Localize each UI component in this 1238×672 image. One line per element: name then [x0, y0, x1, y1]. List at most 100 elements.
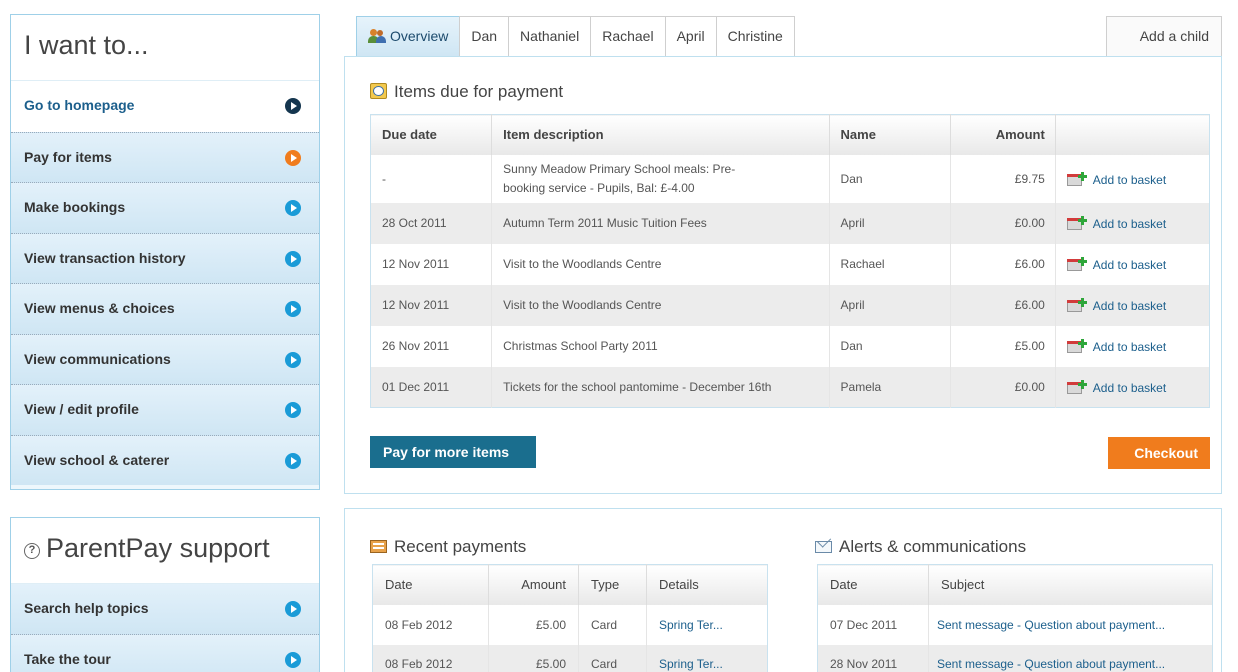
- cell-details: Spring Ter...: [646, 644, 768, 672]
- cell-name: April: [829, 202, 951, 244]
- basket-add-icon: [1066, 379, 1087, 395]
- basket-add-icon: [1066, 171, 1087, 187]
- child-tabs: Overview Dan Nathaniel Rachael April Chr…: [356, 16, 795, 56]
- cell-name: Rachael: [829, 243, 951, 285]
- cell-action: Add to basket: [1055, 243, 1210, 285]
- menu-view-edit-profile[interactable]: View / edit profile: [11, 384, 319, 435]
- cell-action: Add to basket: [1055, 154, 1210, 203]
- tab-christine[interactable]: Christine: [715, 16, 795, 56]
- add-to-basket-link[interactable]: Add to basket: [1066, 256, 1166, 272]
- menu-view-school-caterer[interactable]: View school & caterer: [11, 434, 319, 485]
- alerts-table: Date Subject 07 Dec 2011 Sent message - …: [817, 564, 1213, 672]
- message-link[interactable]: Sent message - Question about payment...: [937, 657, 1165, 671]
- cell-date: 08 Feb 2012: [372, 644, 489, 672]
- support-title: ? ParentPay support: [11, 518, 319, 584]
- basket-add-icon: [1066, 297, 1087, 313]
- recent-activity-panel: Recent payments Date Amount Type Details…: [344, 508, 1222, 672]
- table-header-row: Date Subject: [817, 564, 1213, 605]
- col-amount: Amount: [950, 114, 1056, 155]
- cell-amount: £5.00: [488, 644, 579, 672]
- cell-amount: £6.00: [950, 243, 1056, 285]
- menu-search-help-topics[interactable]: Search help topics: [11, 584, 319, 634]
- cell-details: Spring Ter...: [647, 605, 768, 645]
- cell-date: 12 Nov 2011: [370, 243, 493, 285]
- help-icon: ?: [24, 543, 40, 559]
- table-row: 26 Nov 2011 Christmas School Party 2011 …: [370, 325, 1210, 367]
- checkout-button[interactable]: Checkout: [1108, 437, 1210, 469]
- table-header-row: Due date Item description Name Amount: [370, 114, 1210, 155]
- basket-add-icon: [1066, 256, 1087, 272]
- col-amount: Amount: [488, 564, 579, 605]
- add-to-basket-link[interactable]: Add to basket: [1066, 216, 1166, 231]
- table-row: 01 Dec 2011 Tickets for the school panto…: [370, 366, 1210, 408]
- tab-overview[interactable]: Overview: [356, 16, 461, 56]
- menu-item-label: Make bookings: [24, 199, 126, 215]
- cell-amount: £0.00: [950, 366, 1056, 408]
- menu-item-label: View communications: [24, 350, 171, 367]
- tab-label: April: [676, 28, 705, 44]
- table-header-row: Date Amount Type Details: [372, 564, 768, 605]
- payment-details-link[interactable]: Spring Ter...: [659, 618, 723, 632]
- cell-amount: £6.00: [950, 284, 1056, 326]
- payments-icon: [370, 538, 388, 554]
- menu-item-label: View transaction history: [24, 249, 186, 266]
- alerts-heading-text: Alerts & communications: [839, 537, 1027, 556]
- add-to-basket-label: Add to basket: [1092, 340, 1167, 354]
- add-to-basket-label: Add to basket: [1092, 172, 1167, 187]
- cell-description: Sunny Meadow Primary School meals: Pre-b…: [491, 154, 830, 203]
- envelope-icon: [815, 533, 833, 554]
- col-date: Date: [817, 564, 929, 605]
- menu-take-the-tour[interactable]: Take the tour: [11, 634, 319, 672]
- cell-action: Add to basket: [1055, 325, 1210, 367]
- i-want-to-menu: Go to homepage Pay for items Make bookin…: [11, 81, 319, 485]
- col-subject: Subject: [928, 564, 1213, 605]
- tab-april[interactable]: April: [664, 16, 717, 56]
- table-row: 07 Dec 2011 Sent message - Question abou…: [817, 604, 1213, 645]
- menu-make-bookings[interactable]: Make bookings: [11, 182, 319, 233]
- add-child-tab[interactable]: Add a child: [1106, 16, 1222, 56]
- tab-dan[interactable]: Dan: [459, 16, 510, 56]
- basket-add-icon: [1066, 338, 1087, 354]
- tab-label: Christine: [727, 28, 783, 44]
- recent-payments-heading-text: Recent payments: [394, 537, 527, 556]
- add-to-basket-link[interactable]: Add to basket: [1066, 171, 1167, 187]
- menu-item-label: View / edit profile: [24, 401, 139, 417]
- table-row: - Sunny Meadow Primary School meals: Pre…: [370, 154, 1210, 203]
- items-due-table: Due date Item description Name Amount - …: [370, 114, 1210, 408]
- arrow-right-icon: [285, 351, 301, 368]
- cell-name: Pamela: [829, 366, 951, 408]
- cell-amount: £5.00: [950, 325, 1056, 367]
- pay-for-more-items-button[interactable]: Pay for more items: [370, 436, 536, 468]
- support-title-text: ParentPay support: [46, 533, 270, 563]
- add-to-basket-link[interactable]: Add to basket: [1066, 297, 1167, 313]
- table-row: 28 Oct 2011 Autumn Term 2011 Music Tuiti…: [370, 202, 1210, 244]
- add-to-basket-link[interactable]: Add to basket: [1066, 379, 1166, 395]
- tab-nathaniel[interactable]: Nathaniel: [508, 16, 592, 56]
- menu-view-transaction-history[interactable]: View transaction history: [11, 232, 319, 283]
- message-link[interactable]: Sent message - Question about payment...: [937, 618, 1165, 632]
- cell-action: Add to basket: [1055, 202, 1210, 244]
- cell-amount: £0.00: [950, 202, 1056, 244]
- cell-name: April: [829, 284, 951, 326]
- arrow-right-icon: [285, 149, 301, 166]
- add-to-basket-link[interactable]: Add to basket: [1066, 338, 1167, 354]
- clock-icon: [370, 83, 388, 99]
- menu-view-communications[interactable]: View communications: [11, 333, 319, 384]
- menu-go-to-homepage[interactable]: Go to homepage: [11, 81, 319, 132]
- arrow-right-icon: [285, 402, 301, 418]
- add-to-basket-label: Add to basket: [1092, 299, 1167, 313]
- support-panel: ? ParentPay support Search help topics Ta…: [10, 517, 320, 672]
- cell-date: 07 Dec 2011: [817, 604, 929, 645]
- cell-date: 26 Nov 2011: [370, 325, 493, 367]
- arrow-right-icon: [285, 250, 301, 267]
- arrow-right-icon: [285, 601, 301, 617]
- items-due-heading-text: Items due for payment: [394, 82, 564, 101]
- menu-view-menus-choices[interactable]: View menus & choices: [11, 283, 319, 334]
- payment-details-link[interactable]: Spring Ter...: [659, 657, 723, 671]
- cell-date: 08 Feb 2012: [372, 604, 489, 645]
- tab-rachael[interactable]: Rachael: [590, 16, 666, 56]
- menu-pay-for-items[interactable]: Pay for items: [11, 131, 319, 182]
- cell-amount: £5.00: [488, 604, 579, 645]
- arrow-right-icon: [285, 301, 301, 317]
- items-due-heading: Items due for payment: [370, 82, 563, 102]
